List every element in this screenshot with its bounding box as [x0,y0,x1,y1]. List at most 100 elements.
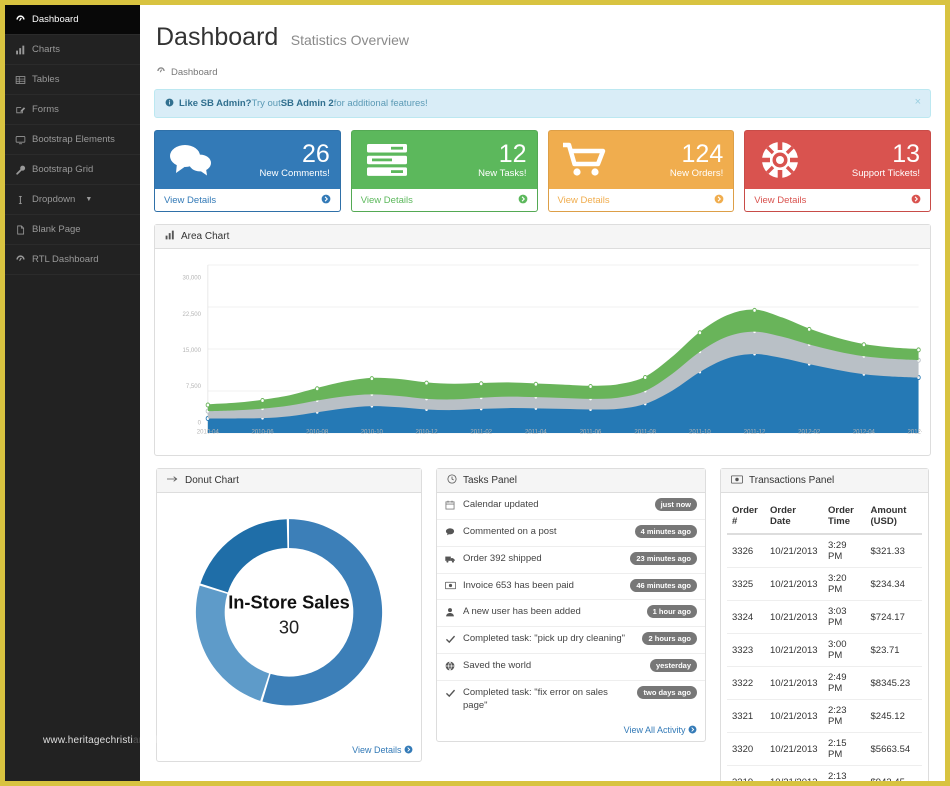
table-cell: 3326 [727,534,766,568]
donut-chart-title: Donut Chart [185,475,239,486]
stat-card-values: 12 New Tasks! [412,141,526,179]
x-axis-tick-label: 2010-04 [197,429,220,435]
alert-strong-2[interactable]: SB Admin 2 [281,98,334,109]
table-row[interactable]: 331910/21/20132:13 PM$943.45 [727,765,922,781]
stat-card-body: 12 New Tasks! [352,131,537,189]
donut-view-details-label: View Details [352,745,402,755]
app-window: Dashboard Charts Tables Forms Bootstrap Elem… [5,5,945,781]
transactions-panel-header: Transactions Panel [721,469,928,493]
stat-card-body: 26 New Comments! [155,131,340,189]
view-all-activity-label: View All Activity [623,724,686,735]
sidebar-item-label: RTL Dashboard [32,254,99,265]
donut-slice-mail-order-sales[interactable] [200,519,288,593]
x-axis-tick-label: 2011-06 [580,429,602,435]
user-icon [445,606,457,620]
sidebar-item-bootstrap-grid[interactable]: Bootstrap Grid [5,155,140,185]
table-cell: 2:23 PM [822,699,866,733]
table-cell: 3323 [727,633,766,667]
table-row[interactable]: 3323 10/21/2013 3:00 PM $23.71 [727,633,922,667]
transactions-panel-title: Transactions Panel [749,475,835,486]
sidebar-item-label: Dropdown [32,194,76,205]
table-row[interactable]: 3324 10/21/2013 3:03 PM $724.17 [727,600,922,634]
stat-card-footer[interactable]: View Details [351,189,537,211]
donut-view-details-link[interactable]: View Details [352,745,413,755]
tasks-footer: View All Activity [437,719,705,741]
circle-arrow-right-icon [404,745,413,755]
table-icon [14,75,26,85]
sidebar-item-forms[interactable]: Forms [5,95,140,125]
task-time-badge: 46 minutes ago [630,579,697,592]
table-row[interactable]: 3325 10/21/2013 3:20 PM $234.34 [727,567,922,601]
table-cell: $8345.23 [865,666,922,700]
list-item[interactable]: Commented on a post 4 minutes ago [437,520,705,547]
stat-card-value: 13 [892,139,920,168]
stat-card-support-tickets[interactable]: 13 Support Tickets! View Details [744,130,931,212]
alert-mid: Try out [251,98,281,109]
calendar-icon [445,499,457,513]
sidebar-item-bootstrap-elements[interactable]: Bootstrap Elements [5,125,140,155]
wrench-icon [14,165,26,175]
x-axis-tick-label: 2012-06 [908,429,922,435]
promo-alert: Like SB Admin? Try out SB Admin 2 for ad… [154,89,931,118]
page-header: Dashboard Statistics Overview [152,5,933,54]
info-icon [165,98,174,110]
task-time-badge: yesterday [649,659,697,672]
table-cell: 3:03 PM [822,600,866,634]
sidebar-item-label: Forms [32,104,59,115]
donut-footer: View Details [157,745,421,761]
sidebar-item-dropdown[interactable]: Dropdown ▼ [5,185,140,215]
x-axis-tick-label: 2012-04 [853,429,876,435]
stat-card-footer[interactable]: View Details [155,189,340,211]
lifering-icon [755,140,805,180]
sidebar-item-tables[interactable]: Tables [5,65,140,95]
stat-card-footer[interactable]: View Details [745,189,930,211]
table-row[interactable]: 3326 10/21/2013 3:29 PM $321.33 [727,534,922,568]
close-icon[interactable]: × [915,96,921,108]
page-subtitle: Statistics Overview [290,32,410,48]
breadcrumb[interactable]: Dashboard [156,66,929,79]
circle-arrow-right-icon [321,194,331,207]
table-cell: 2:49 PM [822,666,866,700]
stat-card-new-orders[interactable]: 124 New Orders! View Details [547,130,735,212]
y-axis-tick-label: 15,000 [183,348,202,354]
list-item[interactable]: Invoice 653 has been paid 46 minutes ago [437,574,705,600]
sidebar-item-blank-page[interactable]: Blank Page [5,215,140,245]
area-chart-title: Area Chart [181,231,230,242]
circle-arrow-right-icon [688,725,697,735]
circle-arrow-right-icon [518,194,528,207]
list-item[interactable]: Order 392 shipped 23 minutes ago [437,547,705,574]
stat-card-footer[interactable]: View Details [548,189,734,211]
area-chart-canvas: 0 7,500 15,000 22,500 30,000 2010-04 2010-06 20… [163,255,922,455]
sidebar-item-rtl-dashboard[interactable]: RTL Dashboard [5,245,140,275]
cart-icon [559,142,609,178]
list-item[interactable]: Completed task: "pick up dry cleaning" 2 … [437,627,705,654]
list-item[interactable]: A new user has been added 1 hour ago [437,600,705,627]
donut-center-label: In-Store Sales [228,591,350,612]
table-row[interactable]: 3322 10/21/2013 2:49 PM $8345.23 [727,666,922,700]
list-item[interactable]: Calendar updated just now [437,493,705,520]
transactions-table: Order # Order Date Order Time Amount (USD) … [727,499,922,781]
stat-card-new-tasks[interactable]: 12 New Tasks! View Details [350,130,538,212]
table-row[interactable]: 3320 10/21/2013 2:15 PM $5663.54 [727,732,922,766]
list-item[interactable]: Saved the world yesterday [437,654,705,681]
view-all-activity-link[interactable]: View All Activity [624,725,697,735]
table-cell: 3:29 PM [822,534,866,568]
table-header-row: Order # Order Date Order Time Amount (USD) [727,499,922,535]
task-time-badge: two days ago [637,686,697,699]
table-cell: 10/21/2013 [765,765,823,781]
sidebar-item-charts[interactable]: Charts [5,35,140,65]
table-column-header: Order Time [822,499,866,535]
table-row[interactable]: 3321 10/21/2013 2:23 PM $245.12 [727,699,922,733]
tasks-panel-header: Tasks Panel [437,469,705,493]
tasks-panel: Tasks Panel Calendar updated just now Comm… [436,468,706,742]
table-body: 3326 10/21/2013 3:29 PM $321.33 3325 10/21/20… [727,534,922,781]
task-time-badge: 23 minutes ago [630,552,697,565]
x-axis-tick-label: 2011-08 [634,429,656,435]
table-cell: $943.45 [865,765,922,781]
sidebar-item-dashboard[interactable]: Dashboard [5,5,140,35]
table-cell: 10/21/2013 [765,534,823,568]
stat-card-new-comments[interactable]: 26 New Comments! View Details [154,130,341,212]
x-axis-tick-label: 2010-10 [361,429,384,435]
list-item[interactable]: Completed task: "fix error on sales page… [437,681,705,719]
table-cell: 10/21/2013 [765,600,823,634]
